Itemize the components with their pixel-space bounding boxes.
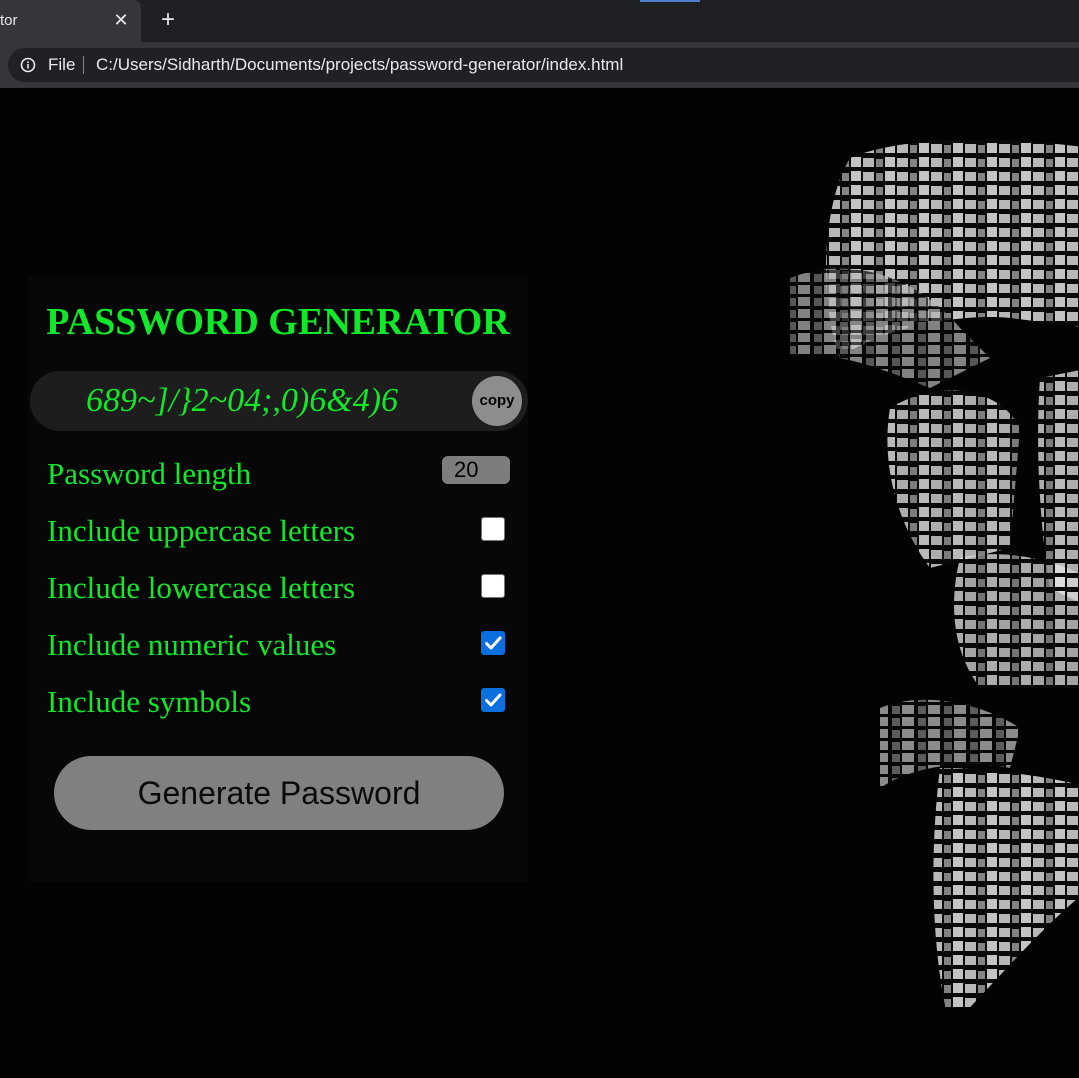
uppercase-checkbox[interactable] bbox=[481, 517, 505, 541]
symbols-label: Include symbols bbox=[47, 684, 252, 719]
page-title: PASSWORD GENERATOR bbox=[46, 301, 510, 343]
url-text[interactable]: C:/Users/Sidharth/Documents/projects/pas… bbox=[96, 55, 623, 75]
symbols-checkbox[interactable] bbox=[481, 688, 505, 712]
tab-title: tor bbox=[0, 12, 18, 29]
checkmark-icon bbox=[485, 693, 502, 707]
info-icon[interactable] bbox=[20, 57, 36, 73]
address-bar[interactable]: File C:/Users/Sidharth/Documents/project… bbox=[8, 48, 1079, 82]
uppercase-label: Include uppercase letters bbox=[47, 513, 356, 548]
mask-face-artwork bbox=[790, 139, 1079, 1008]
password-generator-panel: PASSWORD GENERATOR 689~]/}2~04;,0)6&4)6 … bbox=[28, 276, 528, 882]
tab-strip-accent bbox=[640, 0, 700, 2]
browser-tab[interactable]: tor ✕ bbox=[0, 0, 141, 42]
generate-password-button[interactable]: Generate Password bbox=[54, 756, 504, 830]
lowercase-label: Include lowercase letters bbox=[47, 570, 356, 605]
password-length-label: Password length bbox=[47, 456, 252, 491]
generated-password[interactable]: 689~]/}2~04;,0)6&4)6 bbox=[86, 381, 398, 421]
browser-toolbar: File C:/Users/Sidharth/Documents/project… bbox=[0, 42, 1079, 88]
lowercase-checkbox[interactable] bbox=[481, 574, 505, 598]
numeric-checkbox[interactable] bbox=[481, 631, 505, 655]
address-separator bbox=[83, 56, 84, 74]
browser-tab-bar: tor ✕ + bbox=[0, 0, 1079, 42]
copy-button[interactable]: copy bbox=[472, 376, 522, 426]
numeric-label: Include numeric values bbox=[47, 627, 337, 662]
password-length-input[interactable] bbox=[442, 456, 510, 484]
password-display: 689~]/}2~04;,0)6&4)6 copy bbox=[30, 371, 528, 431]
address-scheme-label: File bbox=[48, 55, 76, 74]
new-tab-button[interactable]: + bbox=[157, 8, 179, 32]
close-tab-icon[interactable]: ✕ bbox=[111, 9, 131, 31]
checkmark-icon bbox=[485, 636, 502, 650]
page-content: PASSWORD GENERATOR 689~]/}2~04;,0)6&4)6 … bbox=[0, 88, 1079, 1078]
